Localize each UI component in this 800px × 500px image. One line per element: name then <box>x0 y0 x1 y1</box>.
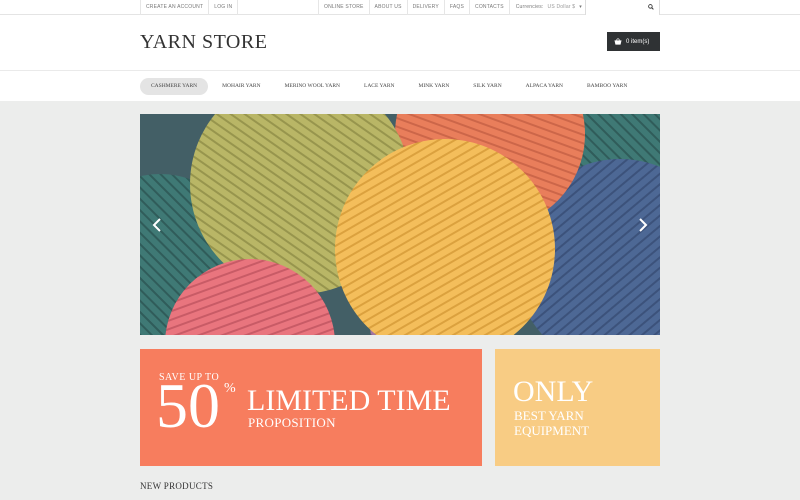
faqs-link[interactable]: FAQs <box>445 0 471 15</box>
create-account-link[interactable]: Create an account <box>141 0 210 15</box>
chevron-left-icon[interactable] <box>152 218 162 232</box>
cart-button[interactable]: 0 item(s) <box>607 32 660 51</box>
currency-label: Currencies: <box>515 4 544 10</box>
site-header: YARN STORE 0 item(s) <box>0 15 800 70</box>
nav-item-silk-yarn[interactable]: Silk Yarn <box>463 78 511 95</box>
limited-time-title: LIMITED TIME <box>247 384 451 417</box>
delivery-link[interactable]: Delivery <box>408 0 445 15</box>
yarn-balls-image <box>140 114 660 335</box>
nav-item-cashmere-yarn[interactable]: Cashmere Yarn <box>140 78 209 95</box>
currency-selector[interactable]: Currencies: US Dollar $ ▾ <box>510 0 588 15</box>
nav-item-mink-yarn[interactable]: Mink Yarn <box>408 78 459 95</box>
chevron-down-icon: ▾ <box>579 4 582 10</box>
search-box <box>585 0 660 19</box>
search-icon[interactable] <box>648 4 654 10</box>
contacts-link[interactable]: Contacts <box>470 0 510 15</box>
info-links: Online Store About Us Delivery FAQs Cont… <box>318 0 588 15</box>
new-products-heading: NEW PRODUCTS <box>140 481 214 491</box>
discount-number: 50 <box>156 370 220 441</box>
nav-item-mohair-yarn[interactable]: Mohair Yarn <box>212 78 270 95</box>
nav-item-merino-wool-yarn[interactable]: Merino Wool Yarn <box>275 78 350 95</box>
hero-slider[interactable] <box>140 114 660 335</box>
nav-item-bamboo-yarn[interactable]: Bamboo Yarn <box>577 78 637 95</box>
login-link[interactable]: Log in <box>209 0 239 15</box>
about-us-link[interactable]: About Us <box>370 0 408 15</box>
main-nav: Cashmere Yarn Mohair Yarn Merino Wool Ya… <box>0 70 800 101</box>
only-banner[interactable]: ONLY BEST YARN EQUIPMENT <box>495 349 660 466</box>
basket-icon <box>614 38 622 45</box>
top-bar: Create an account Log in Online Store Ab… <box>0 0 800 19</box>
proposition-subtitle: PROPOSITION <box>248 415 336 430</box>
nav-item-lace-yarn[interactable]: Lace Yarn <box>354 78 405 95</box>
chevron-right-icon[interactable] <box>638 218 648 232</box>
best-yarn-equipment-subtitle: BEST YARN EQUIPMENT <box>514 408 590 438</box>
only-title: ONLY <box>513 375 594 408</box>
percent-sign: % <box>224 381 236 396</box>
cart-count: 0 item(s) <box>626 38 650 45</box>
nav-item-alpaca-yarn[interactable]: Alpaca Yarn <box>516 78 573 95</box>
sale-banner[interactable]: SAVE UP TO 50 % LIMITED TIME PROPOSITION <box>140 349 482 466</box>
store-logo[interactable]: YARN STORE <box>140 31 267 54</box>
account-links: Create an account Log in <box>140 0 239 15</box>
currency-value: US Dollar $ <box>547 4 576 10</box>
online-store-link[interactable]: Online Store <box>319 0 370 15</box>
